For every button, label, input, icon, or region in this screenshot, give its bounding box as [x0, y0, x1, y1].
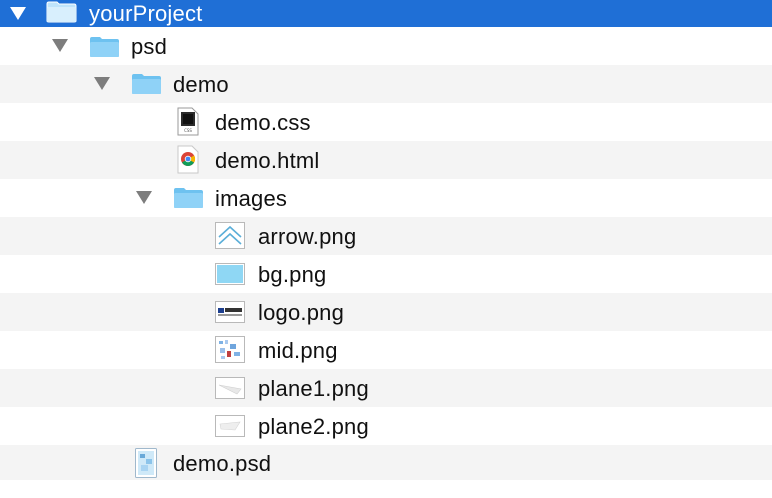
png-thumbnail-icon: [215, 377, 245, 399]
png-thumbnail-icon: [215, 263, 245, 285]
tree-row-plane2-png[interactable]: plane2.png: [0, 407, 772, 445]
tree-label: plane1.png: [258, 376, 369, 401]
tree-row-logo-png[interactable]: logo.png: [0, 293, 772, 331]
tree-label: demo: [173, 72, 229, 97]
chrome-html-file-icon: [177, 145, 199, 174]
tree-label: arrow.png: [258, 224, 357, 249]
tree-label: demo.html: [215, 148, 320, 173]
tree-row-demo-psd[interactable]: demo.psd: [0, 445, 772, 480]
disclosure-triangle-icon[interactable]: [94, 77, 110, 90]
png-thumbnail-icon: [215, 222, 245, 249]
tree-row-demo-css[interactable]: CSS demo.css: [0, 103, 772, 141]
disclosure-triangle-icon[interactable]: [52, 39, 68, 52]
tree-row-bg-png[interactable]: bg.png: [0, 255, 772, 293]
tree-label: demo.psd: [173, 451, 272, 476]
tree-label: bg.png: [258, 262, 327, 287]
tree-label: mid.png: [258, 338, 338, 363]
file-tree: yourProject psd demo CSS demo.css demo.h…: [0, 0, 772, 480]
tree-label: yourProject: [89, 1, 203, 26]
tree-row-demo[interactable]: demo: [0, 65, 772, 103]
psd-file-icon: [135, 448, 157, 478]
tree-label: demo.css: [215, 110, 311, 135]
css-file-icon: CSS: [177, 107, 199, 136]
tree-label: logo.png: [258, 300, 345, 325]
disclosure-triangle-icon[interactable]: [10, 7, 26, 20]
png-thumbnail-icon: [215, 336, 245, 363]
disclosure-triangle-icon[interactable]: [136, 191, 152, 204]
tree-row-demo-html[interactable]: demo.html: [0, 141, 772, 179]
folder-icon: [46, 1, 77, 23]
folder-icon: [174, 188, 203, 208]
folder-icon: [132, 74, 161, 94]
svg-text:CSS: CSS: [184, 128, 192, 133]
tree-row-arrow-png[interactable]: arrow.png: [0, 217, 772, 255]
png-thumbnail-icon: [215, 301, 245, 323]
tree-row-images[interactable]: images: [0, 179, 772, 217]
tree-label: images: [215, 186, 288, 211]
tree-row-mid-png[interactable]: mid.png: [0, 331, 772, 369]
folder-icon: [90, 37, 119, 57]
png-thumbnail-icon: [215, 415, 245, 437]
tree-row-psd[interactable]: psd: [0, 27, 772, 65]
tree-label: plane2.png: [258, 414, 369, 439]
tree-label: psd: [131, 34, 168, 59]
tree-row-plane1-png[interactable]: plane1.png: [0, 369, 772, 407]
tree-row-yourproject[interactable]: yourProject: [0, 0, 772, 27]
